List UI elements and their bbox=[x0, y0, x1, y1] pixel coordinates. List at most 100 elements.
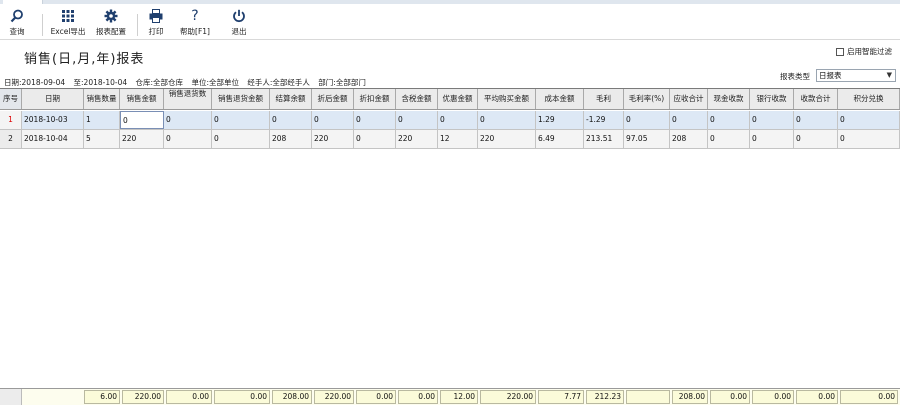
column-header[interactable]: 现金收款 bbox=[708, 89, 750, 109]
report-config-button[interactable]: 报表配置 bbox=[93, 8, 129, 40]
table-cell[interactable]: 208 bbox=[670, 130, 708, 148]
report-config-label: 报表配置 bbox=[96, 27, 126, 36]
report-grid: 序号 日期 销售数量 销售金额 销售退货数 销售退货金额 结算余额 折后金额 折… bbox=[0, 88, 900, 149]
table-cell[interactable]: 0 bbox=[312, 111, 354, 129]
totals-footer: 6.00 220.00 0.00 0.00 208.00 220.00 0.00… bbox=[0, 388, 900, 405]
gear-icon bbox=[93, 8, 129, 24]
report-type-label: 报表类型 bbox=[780, 72, 810, 81]
table-cell[interactable]: 5 bbox=[84, 130, 120, 148]
column-header[interactable]: 结算余额 bbox=[270, 89, 312, 109]
column-header[interactable]: 毛利 bbox=[584, 89, 624, 109]
table-row[interactable]: 1 2018-10-03 1 0 0 0 0 0 0 0 0 0 1.29 -1… bbox=[0, 111, 900, 130]
table-cell[interactable]: 0 bbox=[396, 111, 438, 129]
column-header[interactable]: 积分兑换 bbox=[838, 89, 900, 109]
report-type-value: 日报表 bbox=[819, 71, 842, 80]
table-cell-selected[interactable]: 0 bbox=[120, 111, 164, 129]
table-row[interactable]: 2 2018-10-04 5 220 0 0 208 220 0 220 12 … bbox=[0, 130, 900, 149]
column-header[interactable]: 平均购买金额 bbox=[478, 89, 536, 109]
total-cell: 0.00 bbox=[710, 390, 750, 404]
excel-export-button[interactable]: Excel导出 bbox=[50, 8, 86, 40]
total-cell: 208.00 bbox=[272, 390, 312, 404]
column-header[interactable]: 销售数量 bbox=[84, 89, 120, 109]
filter-handler: 经手人:全部经手人 bbox=[247, 78, 310, 87]
table-cell[interactable]: 0 bbox=[164, 130, 212, 148]
column-header[interactable]: 销售金额 bbox=[120, 89, 164, 109]
print-label: 打印 bbox=[148, 27, 164, 36]
table-cell[interactable]: 0 bbox=[838, 130, 900, 148]
smart-filter-checkbox[interactable]: 启用智能过滤 bbox=[836, 46, 892, 57]
exit-button[interactable]: 退出 bbox=[226, 8, 252, 40]
help-button[interactable]: ? 帮助[F1] bbox=[178, 8, 212, 40]
table-cell[interactable]: 2018-10-04 bbox=[22, 130, 84, 148]
table-cell[interactable]: 220 bbox=[120, 130, 164, 148]
filter-department: 部门:全部部门 bbox=[318, 78, 366, 87]
column-header[interactable]: 销售退货数 bbox=[164, 89, 212, 109]
total-cell: 0.00 bbox=[840, 390, 898, 404]
table-cell[interactable]: 0 bbox=[624, 111, 670, 129]
table-cell[interactable]: 0 bbox=[212, 111, 270, 129]
table-cell[interactable]: 0 bbox=[354, 111, 396, 129]
print-button[interactable]: 打印 bbox=[143, 8, 169, 40]
table-cell[interactable]: 0 bbox=[478, 111, 536, 129]
table-cell[interactable]: 1.29 bbox=[536, 111, 584, 129]
column-header[interactable]: 收款合计 bbox=[794, 89, 838, 109]
table-cell[interactable]: 0 bbox=[794, 111, 838, 129]
table-cell[interactable]: 0 bbox=[750, 111, 794, 129]
table-cell[interactable]: 0 bbox=[708, 111, 750, 129]
total-cell: 220.00 bbox=[314, 390, 354, 404]
table-cell[interactable]: 213.51 bbox=[584, 130, 624, 148]
grid-header: 序号 日期 销售数量 销售金额 销售退货数 销售退货金额 结算余额 折后金额 折… bbox=[0, 89, 900, 110]
table-cell[interactable]: 6.49 bbox=[536, 130, 584, 148]
column-header[interactable]: 成本金额 bbox=[536, 89, 584, 109]
total-cell: 208.00 bbox=[672, 390, 708, 404]
row-number[interactable]: 2 bbox=[0, 130, 22, 148]
column-header[interactable]: 银行收款 bbox=[750, 89, 794, 109]
grid-icon bbox=[50, 8, 86, 24]
table-cell[interactable]: 0 bbox=[670, 111, 708, 129]
column-header[interactable]: 销售退货金额 bbox=[212, 89, 270, 109]
total-cell: 7.77 bbox=[538, 390, 584, 404]
table-cell[interactable]: 0 bbox=[354, 130, 396, 148]
column-header[interactable]: 日期 bbox=[22, 89, 84, 109]
query-label: 查询 bbox=[9, 27, 25, 36]
query-button[interactable]: 查询 bbox=[4, 8, 30, 40]
table-cell[interactable]: 0 bbox=[708, 130, 750, 148]
total-cell: 212.23 bbox=[586, 390, 624, 404]
column-header[interactable]: 优惠金额 bbox=[438, 89, 478, 109]
table-cell[interactable]: 220 bbox=[312, 130, 354, 148]
filter-warehouse: 仓库:全部仓库 bbox=[135, 78, 184, 87]
table-cell[interactable]: 220 bbox=[478, 130, 536, 148]
report-type-select[interactable]: 日报表 ▼ bbox=[816, 69, 896, 82]
table-cell[interactable]: 0 bbox=[838, 111, 900, 129]
chevron-down-icon[interactable]: ▼ bbox=[887, 70, 892, 81]
table-cell[interactable]: 2018-10-03 bbox=[22, 111, 84, 129]
table-cell[interactable]: -1.29 bbox=[584, 111, 624, 129]
column-header[interactable]: 含税金额 bbox=[396, 89, 438, 109]
table-cell[interactable]: 0 bbox=[164, 111, 212, 129]
table-cell[interactable]: 0 bbox=[438, 111, 478, 129]
table-cell[interactable]: 208 bbox=[270, 130, 312, 148]
checkbox-box[interactable] bbox=[836, 47, 844, 56]
column-header[interactable]: 应收合计 bbox=[670, 89, 708, 109]
page-title: 销售(日,月,年)报表 bbox=[24, 52, 145, 67]
filter-date-from: 日期:2018-09-04 bbox=[4, 78, 66, 87]
row-number[interactable]: 1 bbox=[0, 111, 22, 129]
footer-row-header bbox=[0, 389, 22, 405]
table-cell[interactable]: 0 bbox=[270, 111, 312, 129]
column-header[interactable]: 折后金额 bbox=[312, 89, 354, 109]
column-header[interactable]: 序号 bbox=[0, 89, 22, 109]
total-cell: 12.00 bbox=[440, 390, 478, 404]
table-cell[interactable]: 1 bbox=[84, 111, 120, 129]
total-cell: 0.00 bbox=[398, 390, 438, 404]
table-cell[interactable]: 0 bbox=[794, 130, 838, 148]
table-cell[interactable]: 0 bbox=[750, 130, 794, 148]
total-cell: 0.00 bbox=[214, 390, 270, 404]
table-cell[interactable]: 220 bbox=[396, 130, 438, 148]
table-cell[interactable]: 12 bbox=[438, 130, 478, 148]
table-cell[interactable]: 97.05 bbox=[624, 130, 670, 148]
toolbar-divider bbox=[42, 14, 43, 36]
column-header[interactable]: 折扣金额 bbox=[354, 89, 396, 109]
table-cell[interactable]: 0 bbox=[212, 130, 270, 148]
filter-date-to: 至:2018-10-04 bbox=[73, 78, 128, 87]
column-header[interactable]: 毛利率(%) bbox=[624, 89, 670, 109]
